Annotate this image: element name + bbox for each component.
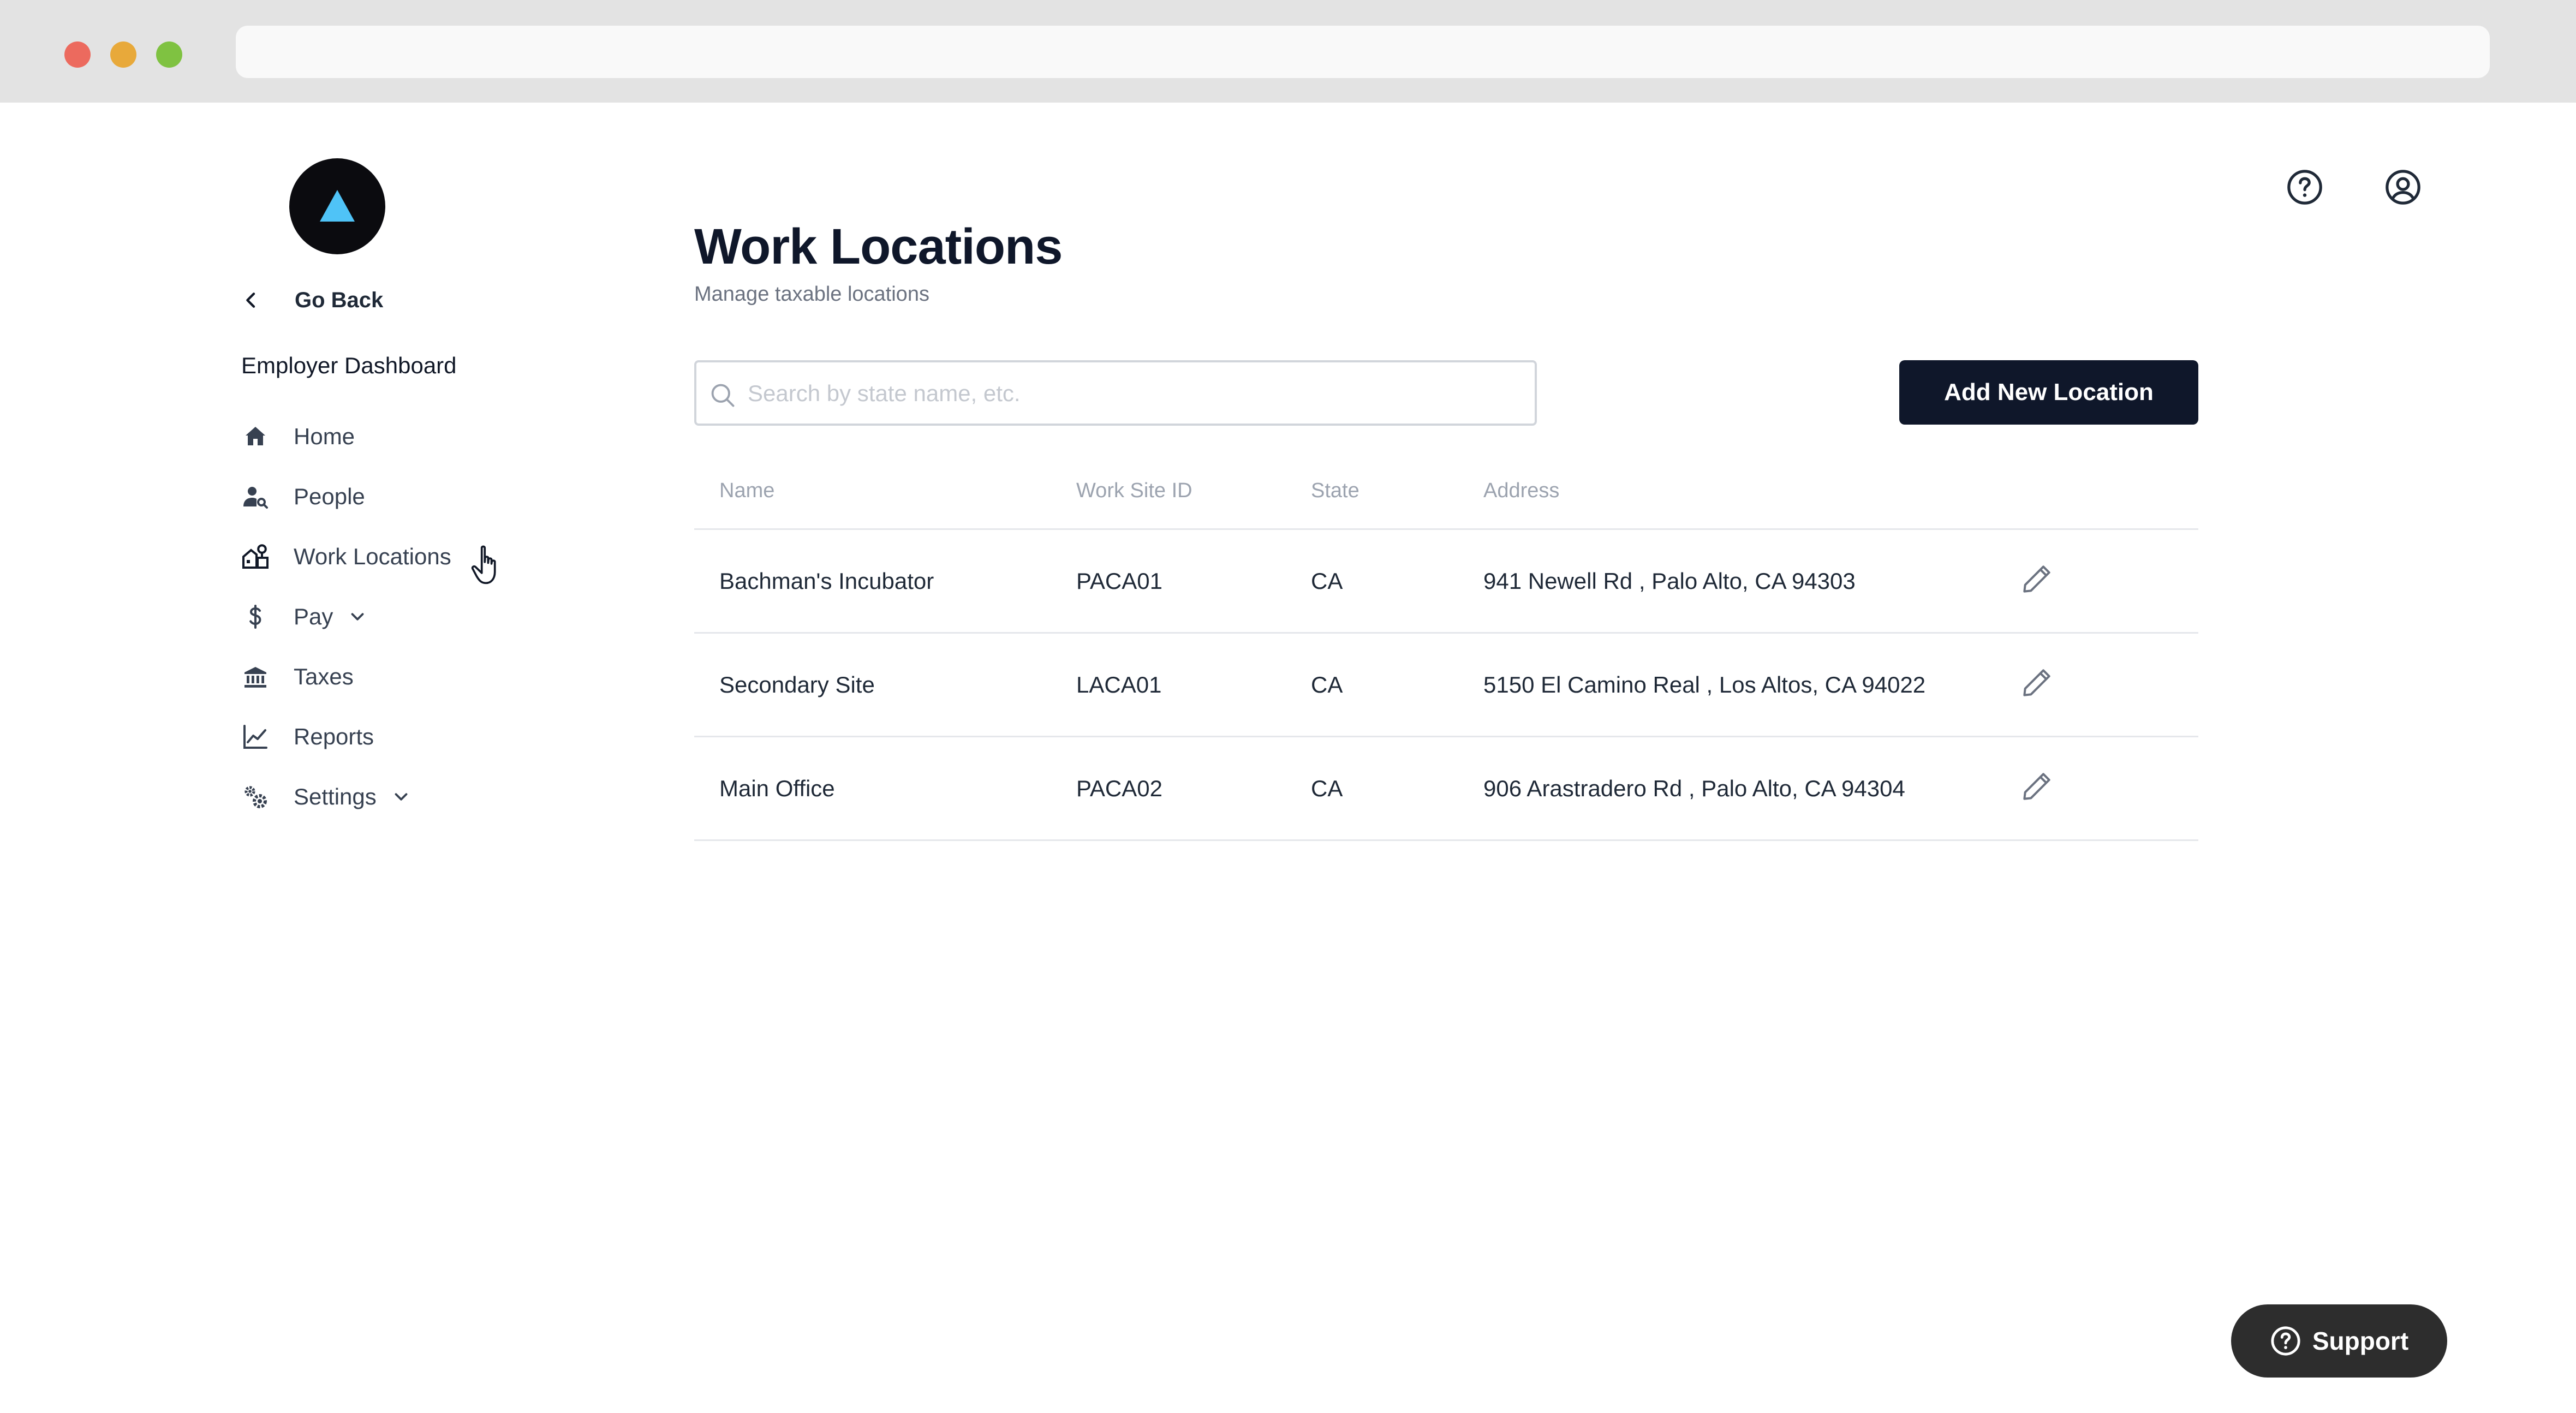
address-bar[interactable] xyxy=(236,26,2490,78)
page-title: Work Locations xyxy=(694,219,1063,275)
work-site-id: PACA01 xyxy=(1076,568,1162,594)
sidebar-item-work-locations[interactable]: Work Locations xyxy=(240,538,451,576)
table-row[interactable]: Bachman's Incubator PACA01 CA 941 Newell… xyxy=(694,530,2198,634)
triangle-logo-icon xyxy=(320,190,355,222)
go-back-label: Go Back xyxy=(295,288,384,312)
state: CA xyxy=(1311,776,1343,801)
edit-pencil-icon[interactable] xyxy=(2019,562,2054,597)
sidebar-item-label: Reports xyxy=(294,724,374,749)
location-name: Main Office xyxy=(719,776,835,801)
chevron-down-icon xyxy=(395,793,408,801)
sidebar-section-title: Employer Dashboard xyxy=(241,353,457,378)
chart-line-icon xyxy=(240,722,271,752)
column-header-name[interactable]: Name xyxy=(719,479,774,503)
sidebar-item-people[interactable]: People xyxy=(240,478,365,516)
home-icon xyxy=(240,421,271,452)
location-name: Bachman's Incubator xyxy=(719,568,934,594)
help-circle-icon xyxy=(2271,1326,2300,1356)
work-locations-icon xyxy=(240,541,271,572)
sidebar-item-taxes[interactable]: Taxes xyxy=(240,658,354,696)
work-locations-table: Name Work Site ID State Address Bachman'… xyxy=(694,469,2198,841)
table-row[interactable]: Main Office PACA02 CA 906 Arastradero Rd… xyxy=(694,737,2198,841)
sidebar-item-label: People xyxy=(294,484,365,509)
dollar-icon xyxy=(240,601,271,632)
sidebar-item-reports[interactable]: Reports xyxy=(240,718,374,756)
sidebar-item-settings[interactable]: Settings xyxy=(240,778,412,816)
close-window-button[interactable] xyxy=(64,41,91,68)
add-new-location-button[interactable]: Add New Location xyxy=(1899,360,2198,425)
support-label: Support xyxy=(2312,1327,2409,1355)
company-logo[interactable] xyxy=(289,158,385,254)
work-site-id: LACA01 xyxy=(1076,672,1162,697)
go-back-link[interactable]: Go Back xyxy=(240,284,383,317)
search-input[interactable] xyxy=(747,370,1524,417)
sidebar-item-label: Settings xyxy=(294,784,377,809)
column-header-state[interactable]: State xyxy=(1311,479,1359,503)
sidebar-item-label: Home xyxy=(294,424,355,449)
edit-pencil-icon[interactable] xyxy=(2019,665,2054,700)
location-name: Secondary Site xyxy=(719,672,875,697)
address: 941 Newell Rd , Palo Alto, CA 94303 xyxy=(1483,568,1856,594)
support-button[interactable]: Support xyxy=(2231,1304,2447,1378)
browser-chrome xyxy=(0,0,2576,103)
address: 906 Arastradero Rd , Palo Alto, CA 94304 xyxy=(1483,776,1905,801)
column-header-work-site-id[interactable]: Work Site ID xyxy=(1076,479,1192,503)
sidebar-item-label: Pay xyxy=(294,604,333,629)
chevron-down-icon xyxy=(351,613,364,621)
address: 5150 El Camino Real , Los Altos, CA 9402… xyxy=(1483,672,1926,697)
sidebar-item-label: Taxes xyxy=(294,664,354,689)
maximize-window-button[interactable] xyxy=(156,41,182,68)
column-header-address[interactable]: Address xyxy=(1483,479,1559,503)
edit-pencil-icon[interactable] xyxy=(2019,769,2054,804)
chevron-left-icon xyxy=(246,293,255,308)
hand-pointer-cursor-icon xyxy=(471,545,496,585)
page-subtitle: Manage taxable locations xyxy=(694,283,929,306)
minimize-window-button[interactable] xyxy=(110,41,136,68)
state: CA xyxy=(1311,568,1343,594)
work-site-id: PACA02 xyxy=(1076,776,1162,801)
state: CA xyxy=(1311,672,1343,697)
table-row[interactable]: Secondary Site LACA01 CA 5150 El Camino … xyxy=(694,634,2198,737)
sidebar-item-label: Work Locations xyxy=(294,544,451,569)
gears-icon xyxy=(240,782,271,812)
table-header: Name Work Site ID State Address xyxy=(694,469,2198,530)
people-search-icon xyxy=(240,481,271,512)
search-box xyxy=(694,360,1537,426)
account-icon[interactable] xyxy=(2384,168,2422,206)
search-icon xyxy=(711,384,735,407)
help-icon[interactable] xyxy=(2286,168,2324,206)
sidebar-item-home[interactable]: Home xyxy=(240,418,355,456)
sidebar-item-pay[interactable]: Pay xyxy=(240,598,368,636)
bank-icon xyxy=(240,661,271,692)
